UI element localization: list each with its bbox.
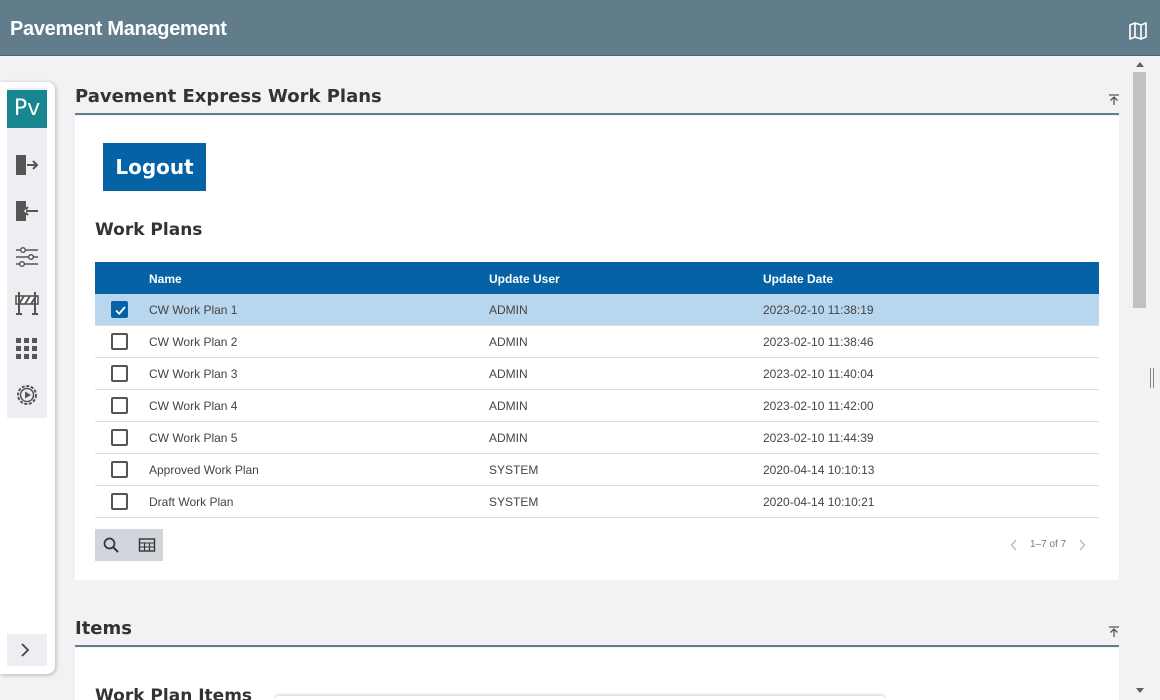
scroll-up-arrow-icon[interactable]	[1136, 62, 1144, 67]
work-plans-title: Work Plans	[95, 220, 203, 240]
bottom-sheet-edge	[275, 696, 885, 700]
cell-update-date: 2020-04-14 10:10:13	[763, 463, 875, 477]
chevron-left-icon[interactable]	[1010, 539, 1018, 551]
row-checkbox[interactable]	[111, 493, 128, 510]
table-row[interactable]: CW Work Plan 4 ADMIN 2023-02-10 11:42:00	[95, 390, 1099, 422]
table-row[interactable]: CW Work Plan 2 ADMIN 2023-02-10 11:38:46	[95, 326, 1099, 358]
cell-name: Approved Work Plan	[149, 463, 259, 477]
page-scrollbar[interactable]	[1131, 58, 1148, 700]
pagination-range: 1–7 of 7	[1030, 539, 1067, 550]
app-title: Pavement Management	[10, 18, 227, 40]
chevron-right-icon	[21, 643, 30, 657]
scroll-down-arrow-icon[interactable]	[1136, 688, 1144, 693]
table-row[interactable]: Draft Work Plan SYSTEM 2020-04-14 10:10:…	[95, 486, 1099, 518]
column-header-update-user[interactable]: Update User	[489, 272, 560, 286]
cell-name: CW Work Plan 4	[149, 399, 238, 413]
table-row[interactable]: Approved Work Plan SYSTEM 2020-04-14 10:…	[95, 454, 1099, 486]
table-row[interactable]: CW Work Plan 5 ADMIN 2023-02-10 11:44:39	[95, 422, 1099, 454]
table-row[interactable]: CW Work Plan 1 ADMIN 2023-02-10 11:38:19	[95, 294, 1099, 326]
map-icon[interactable]	[1128, 22, 1148, 40]
cell-name: CW Work Plan 2	[149, 335, 238, 349]
row-checkbox[interactable]	[111, 397, 128, 414]
row-checkbox[interactable]	[111, 333, 128, 350]
cell-name: Draft Work Plan	[149, 495, 234, 509]
row-checkbox[interactable]	[111, 365, 128, 382]
grid-apps-icon[interactable]	[14, 336, 40, 362]
cell-update-user: ADMIN	[489, 431, 528, 445]
cell-name: CW Work Plan 3	[149, 367, 238, 381]
cell-update-date: 2023-02-10 11:38:46	[763, 335, 874, 349]
check-icon	[115, 306, 126, 316]
cell-update-date: 2023-02-10 11:42:00	[763, 399, 874, 413]
cell-update-user: ADMIN	[489, 303, 528, 317]
logout-icon[interactable]	[14, 198, 40, 224]
section-divider	[75, 645, 1119, 647]
table-view-icon[interactable]	[138, 536, 156, 554]
cell-update-date: 2023-02-10 11:38:19	[763, 303, 874, 317]
sliders-icon[interactable]	[14, 244, 40, 270]
cell-update-user: SYSTEM	[489, 495, 539, 509]
collapse-section-icon[interactable]	[1108, 94, 1120, 106]
chevron-right-icon[interactable]	[1078, 539, 1086, 551]
work-plan-items-title: Work Plan Items	[95, 686, 253, 700]
cell-update-date: 2023-02-10 11:44:39	[763, 431, 874, 445]
section-title-items: Items	[75, 618, 132, 639]
row-checkbox[interactable]	[111, 429, 128, 446]
rail-expand-button[interactable]	[7, 634, 47, 666]
barrier-icon[interactable]	[14, 290, 40, 316]
side-rail: Pv	[0, 82, 55, 674]
scrollbar-thumb[interactable]	[1133, 72, 1146, 308]
settings-play-icon[interactable]	[14, 382, 40, 408]
work-plans-table: Name Update User Update Date CW Work Pla…	[95, 262, 1099, 518]
app-logo[interactable]: Pv	[7, 90, 47, 128]
login-icon[interactable]	[14, 152, 40, 178]
cell-update-date: 2020-04-14 10:10:21	[763, 495, 875, 509]
section-title-work-plans: Pavement Express Work Plans	[75, 86, 382, 107]
cell-name: CW Work Plan 1	[149, 303, 238, 317]
cell-update-user: ADMIN	[489, 399, 528, 413]
row-checkbox[interactable]	[111, 301, 128, 318]
cell-update-user: ADMIN	[489, 335, 528, 349]
section-divider	[75, 113, 1119, 115]
row-checkbox[interactable]	[111, 461, 128, 478]
cell-update-user: SYSTEM	[489, 463, 539, 477]
logout-button[interactable]: Logout	[103, 143, 206, 191]
table-row[interactable]: CW Work Plan 3 ADMIN 2023-02-10 11:40:04	[95, 358, 1099, 390]
cell-name: CW Work Plan 5	[149, 431, 238, 445]
column-header-name[interactable]: Name	[149, 272, 182, 286]
cell-update-user: ADMIN	[489, 367, 528, 381]
cell-update-date: 2023-02-10 11:40:04	[763, 367, 874, 381]
table-toolbar	[95, 529, 163, 561]
search-icon[interactable]	[102, 536, 120, 554]
resize-handle[interactable]	[1150, 368, 1154, 388]
app-header: Pavement Management	[0, 0, 1160, 56]
column-header-update-date[interactable]: Update Date	[763, 272, 833, 286]
table-header: Name Update User Update Date	[95, 262, 1099, 294]
collapse-section-icon[interactable]	[1108, 626, 1120, 638]
